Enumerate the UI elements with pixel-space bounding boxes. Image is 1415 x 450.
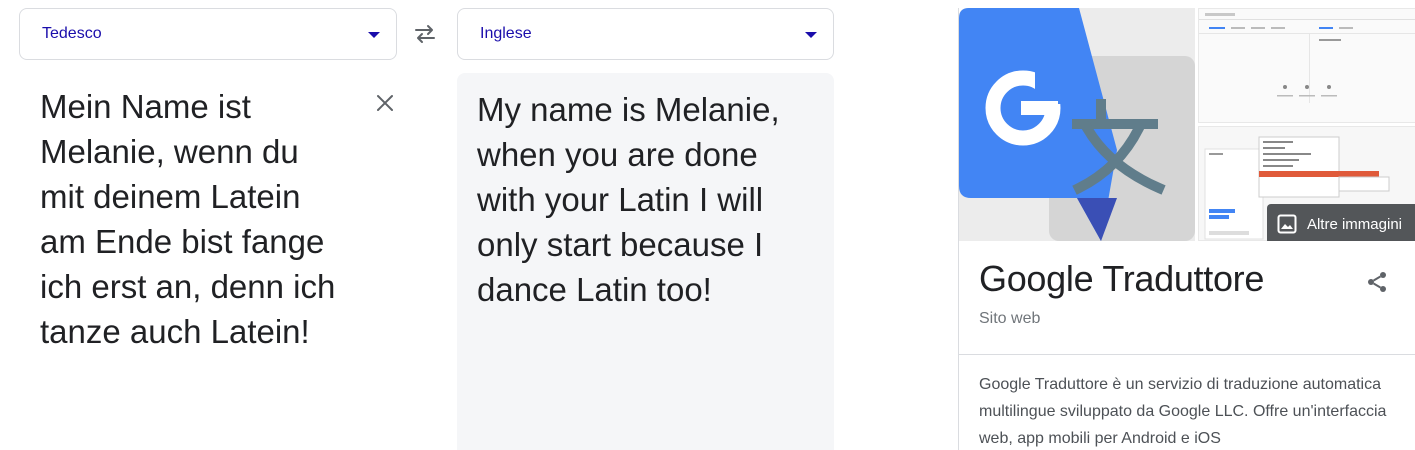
more-images-label: Altre immagini <box>1306 215 1402 233</box>
knowledge-panel-title: Google Traduttore <box>979 258 1265 299</box>
image-gallery[interactable]: Altre immagini <box>959 8 1415 241</box>
clear-source-button[interactable] <box>372 90 398 116</box>
more-images-button[interactable]: Altre immagini <box>1266 204 1415 241</box>
knowledge-panel-subtitle: Sito web <box>979 310 1041 327</box>
knowledge-panel: Altre immagini Google Traduttore Sito we… <box>958 8 1415 450</box>
knowledge-panel-description: Google Traduttore è un servizio di tradu… <box>979 376 1387 447</box>
close-icon <box>377 95 393 111</box>
source-language-label: Tedesco <box>42 25 102 42</box>
translated-text: My name is Melanie, when you are done wi… <box>477 91 780 308</box>
google-translate-logo-image[interactable] <box>959 8 1195 241</box>
screenshot-preview <box>1199 9 1415 122</box>
target-language-label: Inglese <box>480 25 532 42</box>
share-button[interactable] <box>1361 266 1393 298</box>
image-icon <box>1277 214 1297 234</box>
screenshot-thumbnail[interactable] <box>1198 8 1415 123</box>
caret-down-icon <box>368 32 380 38</box>
share-icon <box>1368 272 1386 292</box>
source-language-select[interactable]: Tedesco <box>19 8 397 60</box>
swap-languages-button[interactable] <box>409 20 441 48</box>
source-text-input[interactable]: Mein Name ist Melanie, wenn du mit deine… <box>40 84 340 354</box>
translation-output-panel: My name is Melanie, when you are done wi… <box>457 73 834 450</box>
target-language-select[interactable]: Inglese <box>457 8 834 60</box>
divider <box>959 354 1415 355</box>
swap-arrows-icon <box>415 25 435 43</box>
caret-down-icon <box>805 32 817 38</box>
google-translate-logo <box>959 8 1195 241</box>
